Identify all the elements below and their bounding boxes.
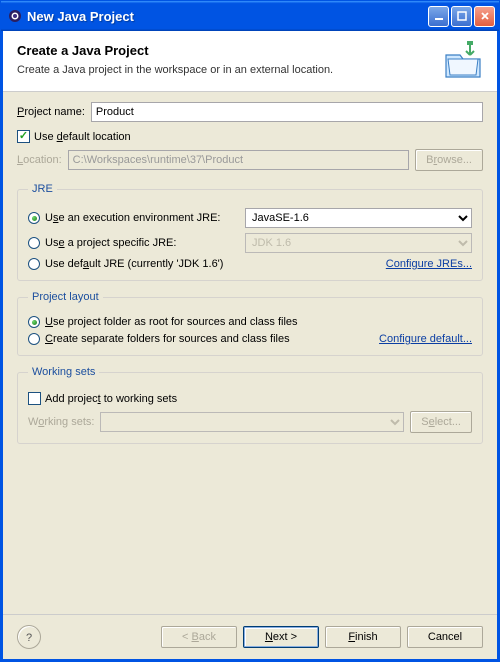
use-default-location-checkbox[interactable]: Use default location bbox=[17, 130, 483, 143]
wizard-subheading: Create a Java project in the workspace o… bbox=[17, 64, 439, 76]
project-layout-group: Project layout Use project folder as roo… bbox=[17, 291, 483, 356]
select-working-sets-button: Select... bbox=[410, 411, 472, 433]
radio-icon bbox=[28, 333, 40, 345]
next-button[interactable]: Next > bbox=[243, 626, 319, 648]
jre-group: JRE Use an execution environment JRE: Ja… bbox=[17, 183, 483, 281]
jre-legend: JRE bbox=[28, 183, 57, 195]
button-bar: ? < Back Next > Finish Cancel bbox=[3, 614, 497, 659]
working-sets-legend: Working sets bbox=[28, 366, 99, 378]
project-name-input[interactable] bbox=[91, 102, 483, 122]
working-sets-group: Working sets Add project to working sets… bbox=[17, 366, 483, 444]
help-button[interactable]: ? bbox=[17, 625, 41, 649]
working-sets-label: Working sets: bbox=[28, 416, 94, 428]
exec-env-select[interactable]: JavaSE-1.6 bbox=[245, 208, 472, 228]
add-to-working-sets-checkbox[interactable]: Add project to working sets bbox=[28, 392, 472, 405]
wizard-header: Create a Java Project Create a Java proj… bbox=[3, 31, 497, 92]
wizard-content: Project name: Use default location Locat… bbox=[3, 92, 497, 614]
browse-button: Browse... bbox=[415, 149, 483, 171]
checkbox-icon bbox=[17, 130, 30, 143]
cancel-button[interactable]: Cancel bbox=[407, 626, 483, 648]
location-input bbox=[68, 150, 409, 170]
radio-icon bbox=[28, 258, 40, 270]
layout-root-radio[interactable]: Use project folder as root for sources a… bbox=[28, 316, 472, 328]
close-button[interactable] bbox=[474, 6, 495, 27]
finish-button[interactable]: Finish bbox=[325, 626, 401, 648]
jre-project-specific-radio[interactable]: Use a project specific JRE: JDK 1.6 bbox=[28, 233, 472, 253]
radio-icon bbox=[28, 237, 40, 249]
folder-icon bbox=[439, 41, 489, 81]
radio-icon bbox=[28, 316, 40, 328]
location-label: Location: bbox=[17, 154, 62, 166]
jre-default-radio[interactable]: Use default JRE (currently 'JDK 1.6') Co… bbox=[28, 258, 472, 270]
wizard-heading: Create a Java Project bbox=[17, 43, 439, 58]
jre-exec-env-radio[interactable]: Use an execution environment JRE: JavaSE… bbox=[28, 208, 472, 228]
titlebar[interactable]: New Java Project bbox=[1, 1, 499, 31]
svg-text:?: ? bbox=[26, 632, 32, 644]
working-sets-select bbox=[100, 412, 404, 432]
maximize-button[interactable] bbox=[451, 6, 472, 27]
project-name-label: Project name: bbox=[17, 106, 85, 118]
minimize-button[interactable] bbox=[428, 6, 449, 27]
checkbox-icon bbox=[28, 392, 41, 405]
app-icon bbox=[7, 8, 23, 24]
radio-icon bbox=[28, 212, 40, 224]
configure-default-link[interactable]: Configure default... bbox=[379, 333, 472, 345]
project-jre-select: JDK 1.6 bbox=[245, 233, 472, 253]
back-button: < Back bbox=[161, 626, 237, 648]
configure-jres-link[interactable]: Configure JREs... bbox=[386, 258, 472, 270]
window-title: New Java Project bbox=[27, 9, 428, 24]
layout-legend: Project layout bbox=[28, 291, 103, 303]
layout-separate-radio[interactable]: Create separate folders for sources and … bbox=[28, 333, 472, 345]
